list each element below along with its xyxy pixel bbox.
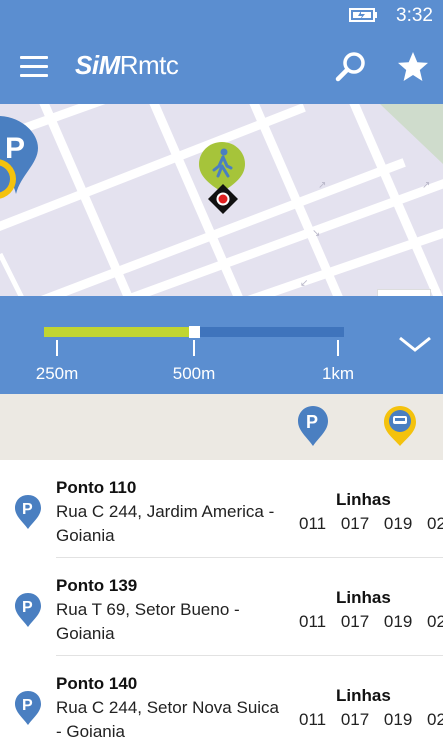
svg-text:↗: ↗ <box>318 180 326 191</box>
svg-text:↗: ↗ <box>422 180 430 191</box>
map-streets: ↗ ↘ ↙ ↗ P <box>0 104 443 296</box>
line-numbers: 011 017 019 020 <box>299 514 443 533</box>
distance-slider-thumb[interactable] <box>189 326 200 338</box>
svg-text:↘: ↘ <box>312 228 320 239</box>
tick-label-1km: 1km <box>321 364 355 383</box>
stops-list: P Ponto 110 Rua C 244, Jardim America - … <box>0 460 443 738</box>
tick-label-250m: 250m <box>35 364 79 383</box>
distance-panel: 250m 500m 1km <box>0 296 443 394</box>
tick-label-500m: 500m <box>172 364 216 383</box>
parking-pin-icon: P <box>15 593 41 627</box>
parking-pin-icon: P <box>15 691 41 725</box>
distance-slider-fill <box>44 327 194 337</box>
list-item[interactable]: P Ponto 140 Rua C 244, Setor Nova Suica … <box>0 656 443 738</box>
svg-text:P: P <box>306 412 318 432</box>
status-bar: 3:32 <box>0 0 443 32</box>
svg-text:P: P <box>22 697 33 714</box>
parking-pin-icon: P <box>15 495 41 529</box>
battery-charging-icon <box>349 8 377 22</box>
svg-text:↙: ↙ <box>300 278 308 289</box>
svg-text:P: P <box>22 501 33 518</box>
locate-button[interactable] <box>377 289 431 296</box>
logo-sim: SiM <box>75 50 120 80</box>
lines-heading: Linhas <box>336 588 391 607</box>
stop-address: Rua C 244, Setor Nova Suica - Goiania <box>56 698 280 738</box>
star-icon[interactable] <box>396 50 430 84</box>
stop-name: Ponto 140 <box>56 674 138 693</box>
stop-name: Ponto 139 <box>56 576 138 595</box>
line-numbers: 011 017 019 020 <box>299 612 443 631</box>
bus-pin-icon[interactable] <box>383 405 417 447</box>
logo-rmtc: Rmtc <box>119 50 179 80</box>
lines-heading: Linhas <box>336 686 391 705</box>
tick-1km <box>337 340 339 356</box>
clock: 3:32 <box>396 5 433 26</box>
parking-pin-icon[interactable]: P <box>297 405 329 447</box>
svg-text:P: P <box>22 599 33 616</box>
stop-address: Rua C 244, Jardim America - Goiania <box>56 502 275 545</box>
line-numbers: 011 017 019 020 <box>299 710 443 729</box>
stop-name: Ponto 110 <box>56 478 137 497</box>
lines-heading: Linhas <box>336 490 391 509</box>
chevron-down-icon[interactable] <box>397 334 433 354</box>
search-icon[interactable] <box>334 50 368 84</box>
list-item[interactable]: P Ponto 110 Rua C 244, Jardim America - … <box>0 460 443 558</box>
distance-slider[interactable] <box>44 326 344 338</box>
filter-bar: P <box>0 394 443 460</box>
tick-500m <box>193 340 195 356</box>
app-bar: SiMRmtc <box>0 32 443 104</box>
map-view[interactable]: ↗ ↘ ↙ ↗ P <box>0 104 443 296</box>
hamburger-icon[interactable] <box>20 56 48 80</box>
tick-250m <box>56 340 58 356</box>
app-logo: SiMRmtc <box>75 50 179 81</box>
svg-text:P: P <box>5 132 25 165</box>
stop-address: Rua T 69, Setor Bueno - Goiania <box>56 600 240 643</box>
list-item[interactable]: P Ponto 139 Rua T 69, Setor Bueno - Goia… <box>0 558 443 656</box>
